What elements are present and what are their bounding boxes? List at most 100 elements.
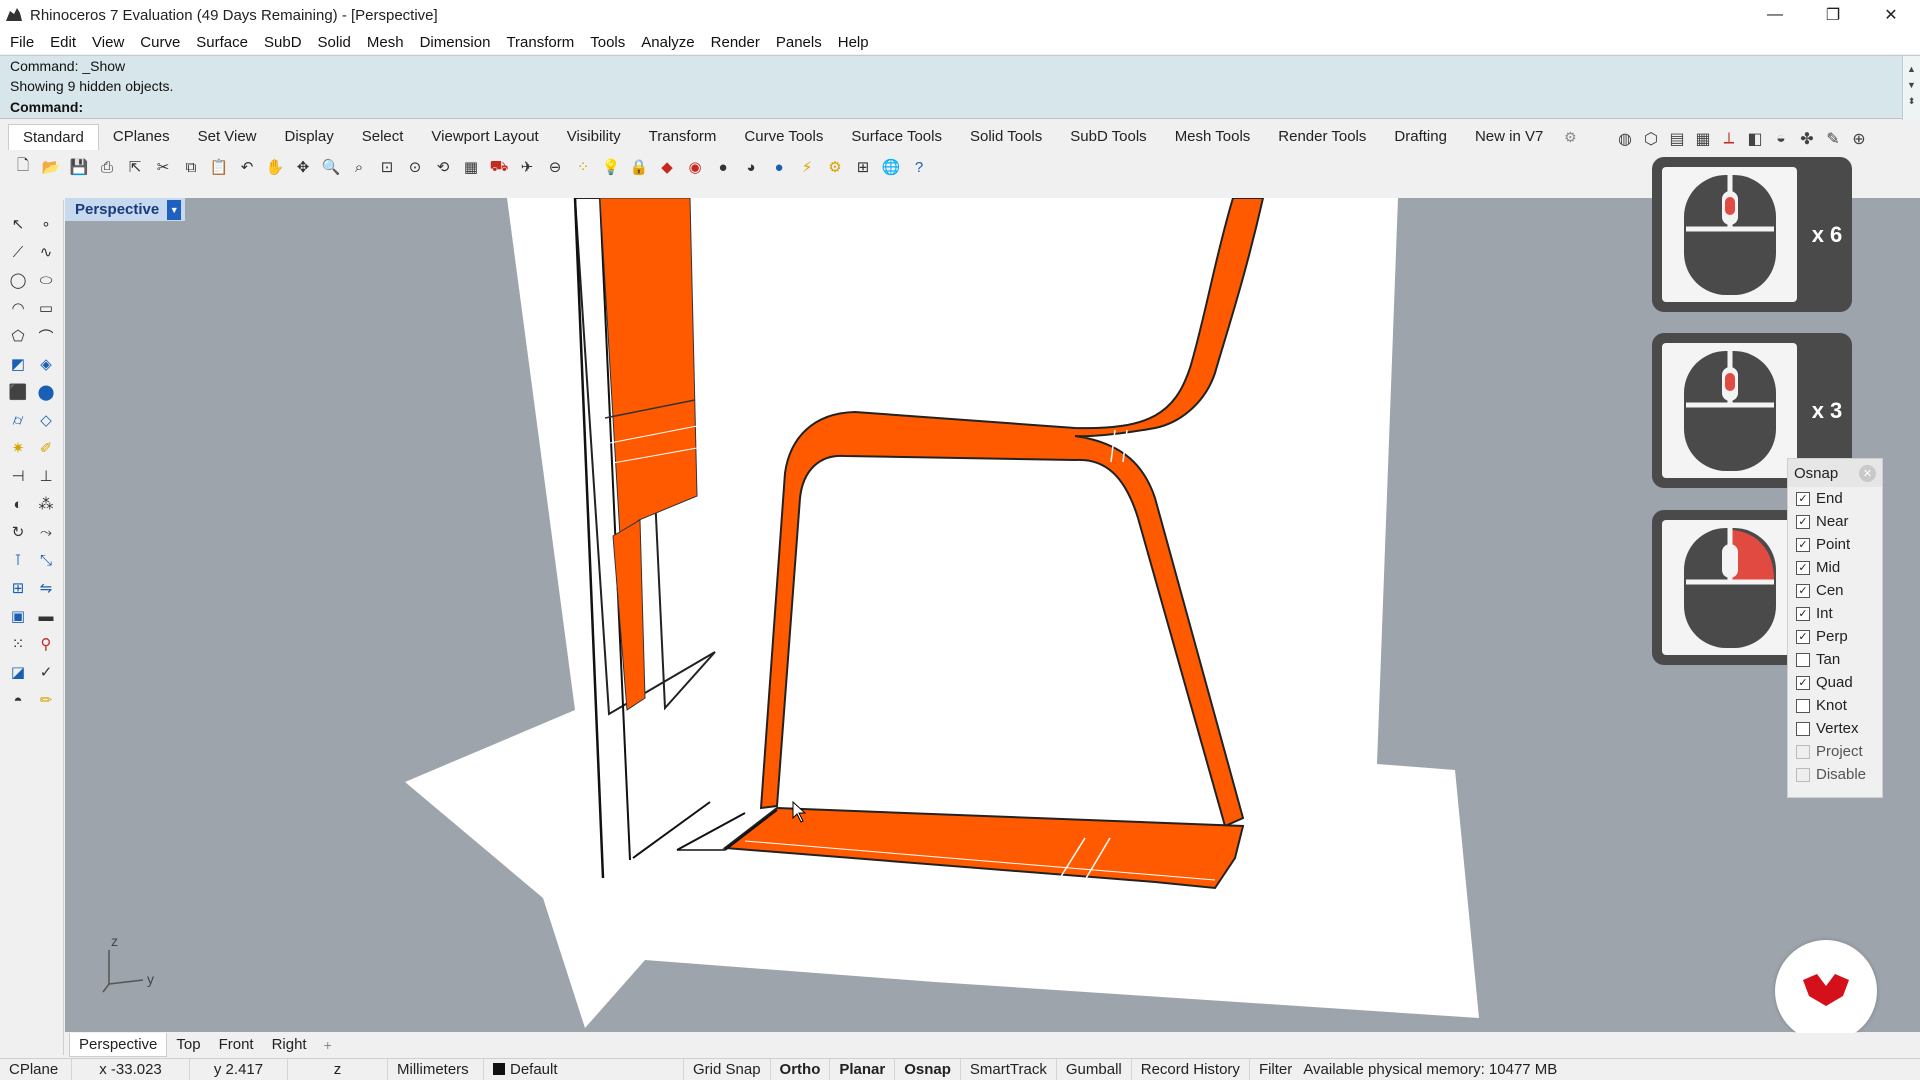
tab-subd-tools[interactable]: SubD Tools [1056, 124, 1160, 150]
render-icon[interactable]: ◓ [4, 686, 32, 714]
menu-curve[interactable]: Curve [132, 34, 188, 51]
points-icon[interactable]: ⁘ [570, 154, 596, 180]
checkbox-icon[interactable] [1796, 767, 1810, 782]
color-wheel-icon[interactable]: ◉ [682, 154, 708, 180]
tab-display[interactable]: Display [271, 124, 348, 150]
gear-icon[interactable]: ⚙ [1557, 124, 1583, 150]
menu-edit[interactable]: Edit [42, 34, 84, 51]
status-cplane[interactable]: CPlane [0, 1058, 72, 1080]
analyze-icon[interactable]: ⚲ [32, 630, 60, 658]
mirror-icon[interactable]: ⇋ [32, 574, 60, 602]
rotate-view-icon[interactable]: ⟲ [430, 154, 456, 180]
point-icon[interactable]: ∘ [32, 210, 60, 238]
move-view-icon[interactable]: ✥ [290, 154, 316, 180]
pan-hand-icon[interactable]: ✋ [262, 154, 288, 180]
chevron-down-icon[interactable]: ▼ [1903, 80, 1920, 90]
paint-icon[interactable]: ✏ [32, 686, 60, 714]
car-icon[interactable]: ⛟ [486, 154, 512, 180]
scale-icon[interactable]: ⤡ [32, 546, 60, 574]
viewport-tab-front[interactable]: Front [210, 1033, 263, 1057]
status-toggle-osnap[interactable]: Osnap [895, 1058, 961, 1080]
checkbox-icon[interactable] [1796, 744, 1810, 759]
layer-color-icon[interactable]: ◆ [654, 154, 680, 180]
tab-drafting[interactable]: Drafting [1380, 124, 1461, 150]
target-icon[interactable]: ⊕ [1846, 126, 1872, 152]
menu-help[interactable]: Help [830, 34, 877, 51]
command-prompt[interactable]: Command: [10, 99, 83, 115]
tab-curve-tools[interactable]: Curve Tools [730, 124, 837, 150]
dropdown-arrow-icon[interactable]: ▼ [167, 199, 182, 220]
zoom-extents-icon[interactable]: ⊡ [374, 154, 400, 180]
check-icon[interactable]: ✓ [32, 658, 60, 686]
rendered-sphere-icon[interactable]: ◕ [738, 154, 764, 180]
osnap-item-point[interactable]: ✓ Point [1788, 533, 1882, 556]
ruler-icon[interactable]: ▬ [32, 602, 60, 630]
trim-icon[interactable]: ⊺ [4, 546, 32, 574]
plant-icon[interactable]: ✤ [1794, 126, 1820, 152]
menu-view[interactable]: View [84, 34, 132, 51]
tab-solid-tools[interactable]: Solid Tools [956, 124, 1056, 150]
tab-visibility[interactable]: Visibility [553, 124, 635, 150]
menu-transform[interactable]: Transform [498, 34, 582, 51]
menu-dimension[interactable]: Dimension [412, 34, 499, 51]
osnap-item-end[interactable]: ✓ End [1788, 487, 1882, 510]
stack-icon[interactable]: ▦ [1690, 126, 1716, 152]
ellipse-icon[interactable]: ⬭ [32, 266, 60, 294]
polygon-icon[interactable]: ⬠ [4, 322, 32, 350]
osnap-item-int[interactable]: ✓ Int [1788, 602, 1882, 625]
status-toggle-smarttrack[interactable]: SmartTrack [961, 1058, 1057, 1080]
osnap-item-cen[interactable]: ✓ Cen [1788, 579, 1882, 602]
close-icon[interactable]: ✕ [1859, 464, 1876, 482]
status-toggle-gumball[interactable]: Gumball [1057, 1058, 1132, 1080]
block-icon[interactable]: ▣ [4, 602, 32, 630]
workspace-icon[interactable]: ◍ [1612, 126, 1638, 152]
tab-mesh-tools[interactable]: Mesh Tools [1161, 124, 1265, 150]
checkbox-checked-icon[interactable]: ✓ [1796, 537, 1810, 552]
checkbox-checked-icon[interactable]: ✓ [1796, 560, 1810, 575]
solid-edit-icon[interactable]: ◐ [4, 490, 32, 518]
light-bulb-icon[interactable]: 💡 [598, 154, 624, 180]
osnap-item-project[interactable]: Project [1788, 740, 1882, 763]
zoom-window-icon[interactable]: ⌕ [346, 154, 372, 180]
menu-mesh[interactable]: Mesh [359, 34, 412, 51]
checkbox-checked-icon[interactable]: ✓ [1796, 514, 1810, 529]
viewport-grid-icon[interactable]: ▦ [458, 154, 484, 180]
checkbox-icon[interactable] [1796, 698, 1810, 713]
viewport-tab-perspective[interactable]: Perspective [69, 1033, 168, 1057]
properties-icon[interactable]: ◪ [4, 658, 32, 686]
tab-set-view[interactable]: Set View [184, 124, 271, 150]
print-icon[interactable]: ⎙ [94, 154, 120, 180]
mesh-icon[interactable]: ◇ [32, 406, 60, 434]
menu-render[interactable]: Render [703, 34, 768, 51]
draft-icon[interactable]: ✐ [32, 434, 60, 462]
grid-array-icon[interactable]: ⁙ [4, 630, 32, 658]
viewport-tab-right[interactable]: Right [263, 1033, 316, 1057]
osnap-item-near[interactable]: ✓ Near [1788, 510, 1882, 533]
cplane-icon[interactable]: ⊖ [542, 154, 568, 180]
array-icon[interactable]: ⊞ [4, 574, 32, 602]
polyline-icon[interactable]: ⟋ [4, 238, 32, 266]
pen-icon[interactable]: ✎ [1820, 126, 1846, 152]
material-sphere-icon[interactable]: ● [766, 154, 792, 180]
checkbox-icon[interactable] [1796, 652, 1810, 667]
status-toggle-filter[interactable]: Filter [1250, 1059, 1301, 1080]
rectangle-icon[interactable]: ▭ [32, 294, 60, 322]
menu-tools[interactable]: Tools [582, 34, 633, 51]
viewport-title-tab[interactable]: Perspective ▼ [65, 198, 186, 221]
checkbox-icon[interactable] [1796, 721, 1810, 736]
shade-icon[interactable]: ◒ [1768, 126, 1794, 152]
osnap-item-vertex[interactable]: Vertex [1788, 717, 1882, 740]
arc-icon[interactable]: ◠ [4, 294, 32, 322]
tab-surface-tools[interactable]: Surface Tools [837, 124, 956, 150]
shaded-sphere-icon[interactable]: ● [710, 154, 736, 180]
checkbox-checked-icon[interactable]: ✓ [1796, 491, 1810, 506]
text-icon[interactable]: ⊥ [32, 462, 60, 490]
magic-wand-icon[interactable]: ⚡ [794, 154, 820, 180]
gumball-icon[interactable]: ✷ [4, 434, 32, 462]
close-button[interactable]: ✕ [1862, 0, 1920, 30]
checkbox-checked-icon[interactable]: ✓ [1796, 583, 1810, 598]
status-units[interactable]: Millimeters [388, 1058, 484, 1080]
select-arrow-icon[interactable]: ↖ [4, 210, 32, 238]
chevron-updown-icon[interactable]: ⬍ [1903, 96, 1920, 107]
group-icon[interactable]: ⁂ [32, 490, 60, 518]
